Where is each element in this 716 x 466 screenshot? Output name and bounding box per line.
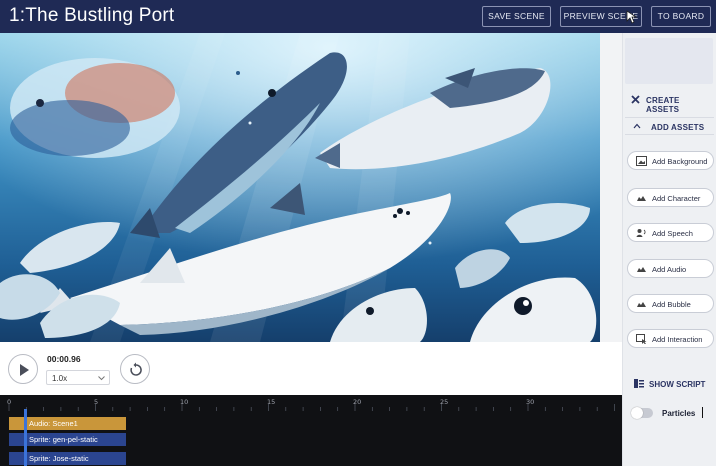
scene-canvas[interactable] [0,33,600,342]
image-icon [636,156,647,166]
app-root: 1:The Bustling Port SAVE SCENE PREVIEW S… [0,0,716,466]
add-assets-toggle[interactable]: ADD ASSETS [625,117,714,135]
scene-title: 1:The Bustling Port [9,5,175,26]
add-character-button[interactable]: Add Character [627,188,714,207]
chevron-down-icon [98,376,105,381]
tick-label: 20 [353,398,362,406]
show-script-label: SHOW SCRIPT [649,380,706,389]
speed-value: 1.0x [52,374,68,383]
tools-icon [631,95,640,104]
add-assets-label: ADD ASSETS [651,123,705,132]
play-icon [20,364,29,376]
add-background-button[interactable]: Add Background [627,151,714,170]
tick-label: 30 [526,398,535,406]
timeline[interactable]: 0 5 10 15 20 25 30 Audio: Scene1 Sprite:… [0,395,622,466]
tick-label: 5 [94,398,99,406]
sprite-track-label: Sprite: Jose-static [29,454,89,463]
create-assets-label: CREATE ASSETS [646,96,680,114]
add-speech-label: Add Speech [652,229,693,238]
assets-panel: CREATE ASSETS ADD ASSETS Add Background … [622,33,716,466]
toggle-knob [631,407,643,419]
restart-icon [130,362,142,376]
add-background-label: Add Background [652,157,708,166]
audio-track-label: Audio: Scene1 [29,419,78,428]
interaction-icon [636,334,647,344]
sprite-track-label: Sprite: gen-pel-static [29,435,98,444]
tick-label: 15 [267,398,276,406]
add-audio-label: Add Audio [652,265,687,274]
restart-button[interactable] [120,354,150,384]
add-audio-button[interactable]: Add Audio [627,259,714,278]
show-script-button[interactable]: SHOW SCRIPT [625,373,714,393]
timeline-ruler[interactable]: 0 5 10 15 20 25 30 [0,395,622,411]
bubble-icon [637,302,646,307]
particles-label: Particles [662,409,696,418]
mouse-cursor-icon [626,10,638,24]
add-speech-button[interactable]: Add Speech [627,223,714,242]
play-button[interactable] [8,354,38,384]
text-caret [702,407,703,418]
audio-icon [637,267,646,272]
tick-label: 10 [180,398,189,406]
particles-row: Particles [631,405,711,421]
create-assets-button[interactable]: CREATE ASSETS [625,90,714,114]
add-interaction-label: Add Interaction [652,335,703,344]
add-bubble-button[interactable]: Add Bubble [627,294,714,313]
character-icon [637,196,646,201]
timeline-playhead[interactable] [24,409,27,466]
add-character-label: Add Character [652,194,701,203]
speed-select[interactable]: 1.0x [46,370,110,385]
playback-controls: 00:00.96 1.0x [0,342,622,395]
tick-label: 25 [440,398,449,406]
to-board-button[interactable]: TO BOARD [651,6,711,27]
chevron-up-icon [633,123,641,129]
scene-illustration [0,33,600,342]
top-bar: 1:The Bustling Port SAVE SCENE PREVIEW S… [0,0,716,33]
speech-icon [636,229,646,237]
script-icon [634,379,644,388]
tick-label: 0 [7,398,12,406]
add-interaction-button[interactable]: Add Interaction [627,329,714,348]
particles-toggle[interactable] [631,407,653,419]
panel-preview-area [625,38,713,84]
playback-time: 00:00.96 [47,354,81,364]
save-scene-button[interactable]: SAVE SCENE [482,6,551,27]
add-bubble-label: Add Bubble [652,300,691,309]
